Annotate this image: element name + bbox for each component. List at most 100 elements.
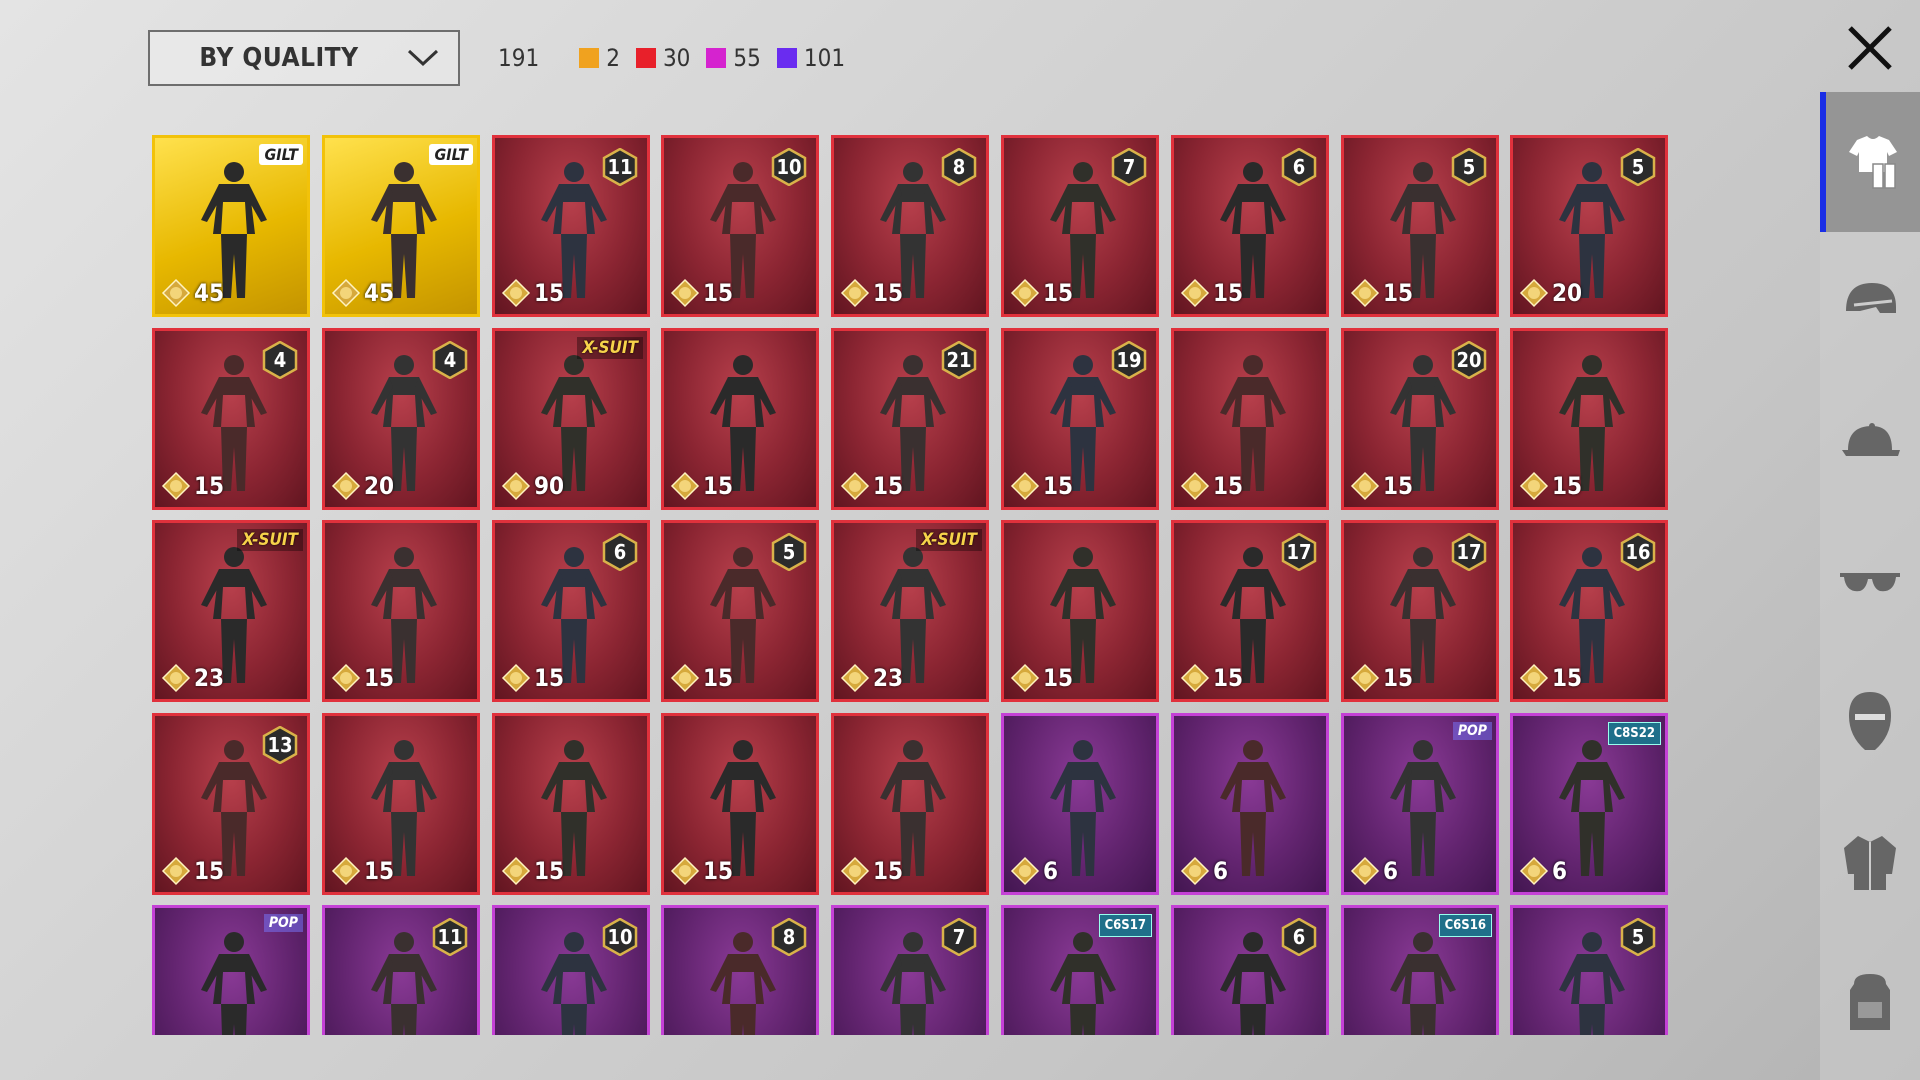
sort-dropdown[interactable]: BY QUALITY: [148, 30, 460, 86]
level-badge: 10: [770, 148, 808, 186]
level-badge: 8: [770, 918, 808, 956]
item-price: 6: [1350, 856, 1398, 886]
item-card[interactable]: X-SUIT 23: [831, 520, 989, 702]
item-price: 15: [1180, 663, 1243, 693]
item-card[interactable]: 6: [1171, 905, 1329, 1035]
item-price: 15: [840, 856, 903, 886]
tab-outfits[interactable]: [1820, 92, 1920, 232]
level-badge: 5: [770, 533, 808, 571]
item-card[interactable]: GILT 45: [152, 135, 310, 317]
quality-count-rare: 101: [776, 44, 845, 72]
item-price: 15: [501, 856, 564, 886]
item-card[interactable]: 8: [661, 905, 819, 1035]
item-grid: GILT 45 GILT 45 11 15 10 15 8 15 7 15 6 15 5 15 5 20 4 15 4 2…: [152, 135, 1672, 1035]
item-card[interactable]: 19 15: [1001, 328, 1159, 510]
item-card[interactable]: 6 15: [492, 520, 650, 702]
item-price-value: 20: [1552, 279, 1583, 307]
tab-backpacks[interactable]: [1820, 932, 1920, 1072]
quality-count-value: 55: [733, 44, 761, 72]
coin-icon: [161, 471, 191, 501]
item-tag: X-SUIT: [916, 529, 982, 551]
item-price: 15: [1180, 278, 1243, 308]
coin-icon: [1180, 278, 1210, 308]
item-card[interactable]: 15: [322, 520, 480, 702]
item-card[interactable]: 15: [661, 713, 819, 895]
item-price-value: 23: [194, 664, 225, 692]
item-card[interactable]: 20 15: [1341, 328, 1499, 510]
item-card[interactable]: 15: [1510, 328, 1668, 510]
level-badge-value: 8: [782, 925, 796, 949]
item-card[interactable]: 10: [492, 905, 650, 1035]
item-price-value: 45: [364, 279, 395, 307]
item-card[interactable]: 4 15: [152, 328, 310, 510]
item-card[interactable]: 21 15: [831, 328, 989, 510]
close-button[interactable]: [1840, 18, 1900, 78]
item-card[interactable]: 15: [322, 713, 480, 895]
coin-icon: [1010, 856, 1040, 886]
item-tag: POP: [1452, 722, 1492, 740]
item-card[interactable]: 6: [1001, 713, 1159, 895]
tab-eyewear[interactable]: [1820, 512, 1920, 652]
item-card[interactable]: 11: [322, 905, 480, 1035]
coin-icon: [1180, 856, 1210, 886]
item-card[interactable]: 16 15: [1510, 520, 1668, 702]
item-card[interactable]: GILT 45: [322, 135, 480, 317]
item-card[interactable]: 6 15: [1171, 135, 1329, 317]
level-badge-value: 20: [1456, 348, 1482, 372]
item-card[interactable]: 5 15: [661, 520, 819, 702]
item-tag: X-SUIT: [237, 529, 303, 551]
item-card[interactable]: 15: [831, 713, 989, 895]
item-price: 15: [331, 663, 394, 693]
item-price: 15: [161, 471, 224, 501]
item-card[interactable]: X-SUIT 23: [152, 520, 310, 702]
item-card[interactable]: 15: [492, 713, 650, 895]
item-card[interactable]: 17 15: [1341, 520, 1499, 702]
item-card[interactable]: C8S22 6: [1510, 713, 1668, 895]
item-card[interactable]: 5 15: [1341, 135, 1499, 317]
item-card[interactable]: 7: [831, 905, 989, 1035]
level-badge: 20: [1450, 341, 1488, 379]
item-card[interactable]: 11 15: [492, 135, 650, 317]
quality-count-value: 2: [606, 44, 620, 72]
tab-helmets[interactable]: [1820, 232, 1920, 372]
item-card[interactable]: 17 15: [1171, 520, 1329, 702]
item-price-value: 15: [1383, 472, 1414, 500]
item-card[interactable]: 6: [1171, 713, 1329, 895]
item-price-value: 15: [364, 857, 395, 885]
item-price-value: 15: [1213, 279, 1244, 307]
item-card[interactable]: 15: [1001, 520, 1159, 702]
item-card[interactable]: POP: [152, 905, 310, 1035]
tab-masks[interactable]: [1820, 652, 1920, 792]
item-card[interactable]: POP 6: [1341, 713, 1499, 895]
level-badge-value: 6: [1292, 155, 1306, 179]
level-badge-value: 8: [952, 155, 966, 179]
item-card[interactable]: C6S17: [1001, 905, 1159, 1035]
coin-icon: [840, 856, 870, 886]
item-price-value: 15: [873, 857, 904, 885]
quality-count-mythic: 30: [635, 44, 690, 72]
item-card[interactable]: C6S16: [1341, 905, 1499, 1035]
level-badge: 5: [1450, 148, 1488, 186]
item-card[interactable]: 5: [1510, 905, 1668, 1035]
level-badge: 11: [431, 918, 469, 956]
tab-hats[interactable]: [1820, 372, 1920, 512]
item-card[interactable]: 15: [661, 328, 819, 510]
item-card[interactable]: 13 15: [152, 713, 310, 895]
item-card[interactable]: 5 20: [1510, 135, 1668, 317]
item-card[interactable]: 10 15: [661, 135, 819, 317]
level-badge: 7: [940, 918, 978, 956]
tab-tops[interactable]: [1820, 792, 1920, 932]
helmet-icon: [1846, 283, 1896, 313]
item-price-value: 6: [1043, 857, 1059, 885]
item-card[interactable]: 4 20: [322, 328, 480, 510]
item-price-value: 15: [873, 472, 904, 500]
item-card[interactable]: X-SUIT 90: [492, 328, 650, 510]
level-badge: 11: [601, 148, 639, 186]
item-card[interactable]: 15: [1171, 328, 1329, 510]
item-card[interactable]: 8 15: [831, 135, 989, 317]
item-card[interactable]: 7 15: [1001, 135, 1159, 317]
level-badge-value: 17: [1286, 540, 1312, 564]
item-price: 20: [1519, 278, 1582, 308]
item-price-value: 15: [1552, 664, 1583, 692]
coin-icon: [331, 278, 361, 308]
